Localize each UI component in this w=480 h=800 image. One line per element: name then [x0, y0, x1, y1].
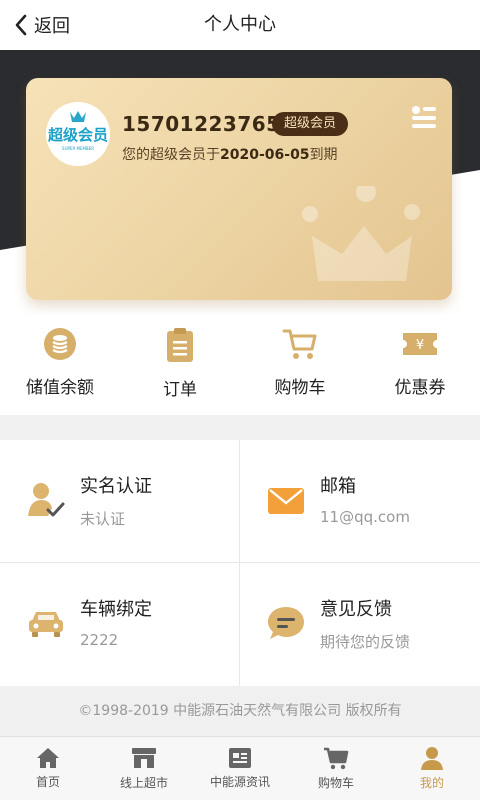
service-title: 车辆绑定 — [80, 599, 152, 620]
member-phone: 15701223765 — [122, 112, 281, 136]
tab-cart[interactable]: 购物车 — [288, 737, 384, 800]
car-icon — [29, 612, 63, 637]
tab-home[interactable]: 首页 — [0, 737, 96, 800]
tab-mine[interactable]: 我的 — [384, 737, 480, 800]
user-check-icon — [28, 483, 65, 517]
quick-label: 储值余额 — [26, 378, 94, 398]
bottom-tabbar: 首页 线上超市 中能源资讯 购物车 我的 — [0, 736, 480, 800]
user-icon — [421, 747, 443, 770]
service-subtitle: 期待您的反馈 — [320, 633, 411, 651]
store-icon — [132, 748, 156, 768]
page-title: 个人中心 — [204, 14, 276, 35]
quick-actions: 储值余额 订单 购物车 ¥ 优惠券 — [0, 315, 480, 415]
top-header: 返回 个人中心 — [0, 0, 480, 50]
quick-orders[interactable]: 订单 — [120, 315, 240, 415]
service-subtitle: 11@qq.com — [320, 508, 410, 526]
service-subtitle: 未认证 — [80, 510, 126, 528]
service-feedback[interactable]: 意见反馈 期待您的反馈 — [240, 563, 479, 685]
member-badge: 超级会员 — [272, 112, 349, 136]
service-subtitle: 2222 — [80, 631, 119, 649]
mail-icon — [268, 488, 304, 514]
service-grid: 实名认证 未认证 邮箱 11@qq.com 车辆绑定 2222 意见反馈 期待您… — [0, 440, 480, 686]
service-title: 实名认证 — [80, 476, 152, 497]
quick-label: 优惠券 — [394, 378, 446, 398]
cart-icon — [324, 747, 349, 770]
service-title: 意见反馈 — [320, 599, 392, 620]
home-icon — [37, 748, 59, 768]
logo-subtext: SUPER MEMBER — [62, 146, 94, 151]
tab-news[interactable]: 中能源资讯 — [192, 737, 288, 800]
clipboard-icon — [167, 328, 193, 362]
service-email[interactable]: 邮箱 11@qq.com — [240, 440, 479, 562]
chat-icon — [268, 607, 304, 639]
svg-text:¥: ¥ — [416, 338, 424, 353]
id-card-icon[interactable] — [410, 104, 438, 134]
crown-decoration-icon — [302, 182, 422, 290]
member-card[interactable]: 超级会员 SUPER MEMBER 15701223765 超级会员 您的超级会… — [26, 78, 452, 300]
quick-label: 购物车 — [274, 378, 326, 398]
coins-icon — [44, 328, 76, 360]
quick-cart[interactable]: 购物车 — [240, 315, 360, 415]
quick-stored-value[interactable]: 储值余额 — [0, 315, 120, 415]
member-logo: 超级会员 SUPER MEMBER — [46, 102, 110, 166]
service-title: 邮箱 — [320, 476, 356, 497]
coupon-icon: ¥ — [403, 333, 437, 355]
quick-label: 订单 — [163, 380, 197, 400]
member-expire: 您的超级会员于2020-06-05到期 — [122, 147, 338, 163]
quick-coupons[interactable]: ¥ 优惠券 — [360, 315, 480, 415]
service-real-name[interactable]: 实名认证 未认证 — [0, 440, 239, 562]
service-vehicle[interactable]: 车辆绑定 2222 — [0, 563, 239, 685]
tab-online-store[interactable]: 线上超市 — [96, 737, 192, 800]
news-icon — [229, 748, 251, 768]
copyright-text: ©1998-2019 中能源石油天然气有限公司 版权所有 — [78, 703, 402, 719]
cart-icon — [282, 329, 317, 359]
logo-text: 超级会员 — [47, 126, 108, 144]
